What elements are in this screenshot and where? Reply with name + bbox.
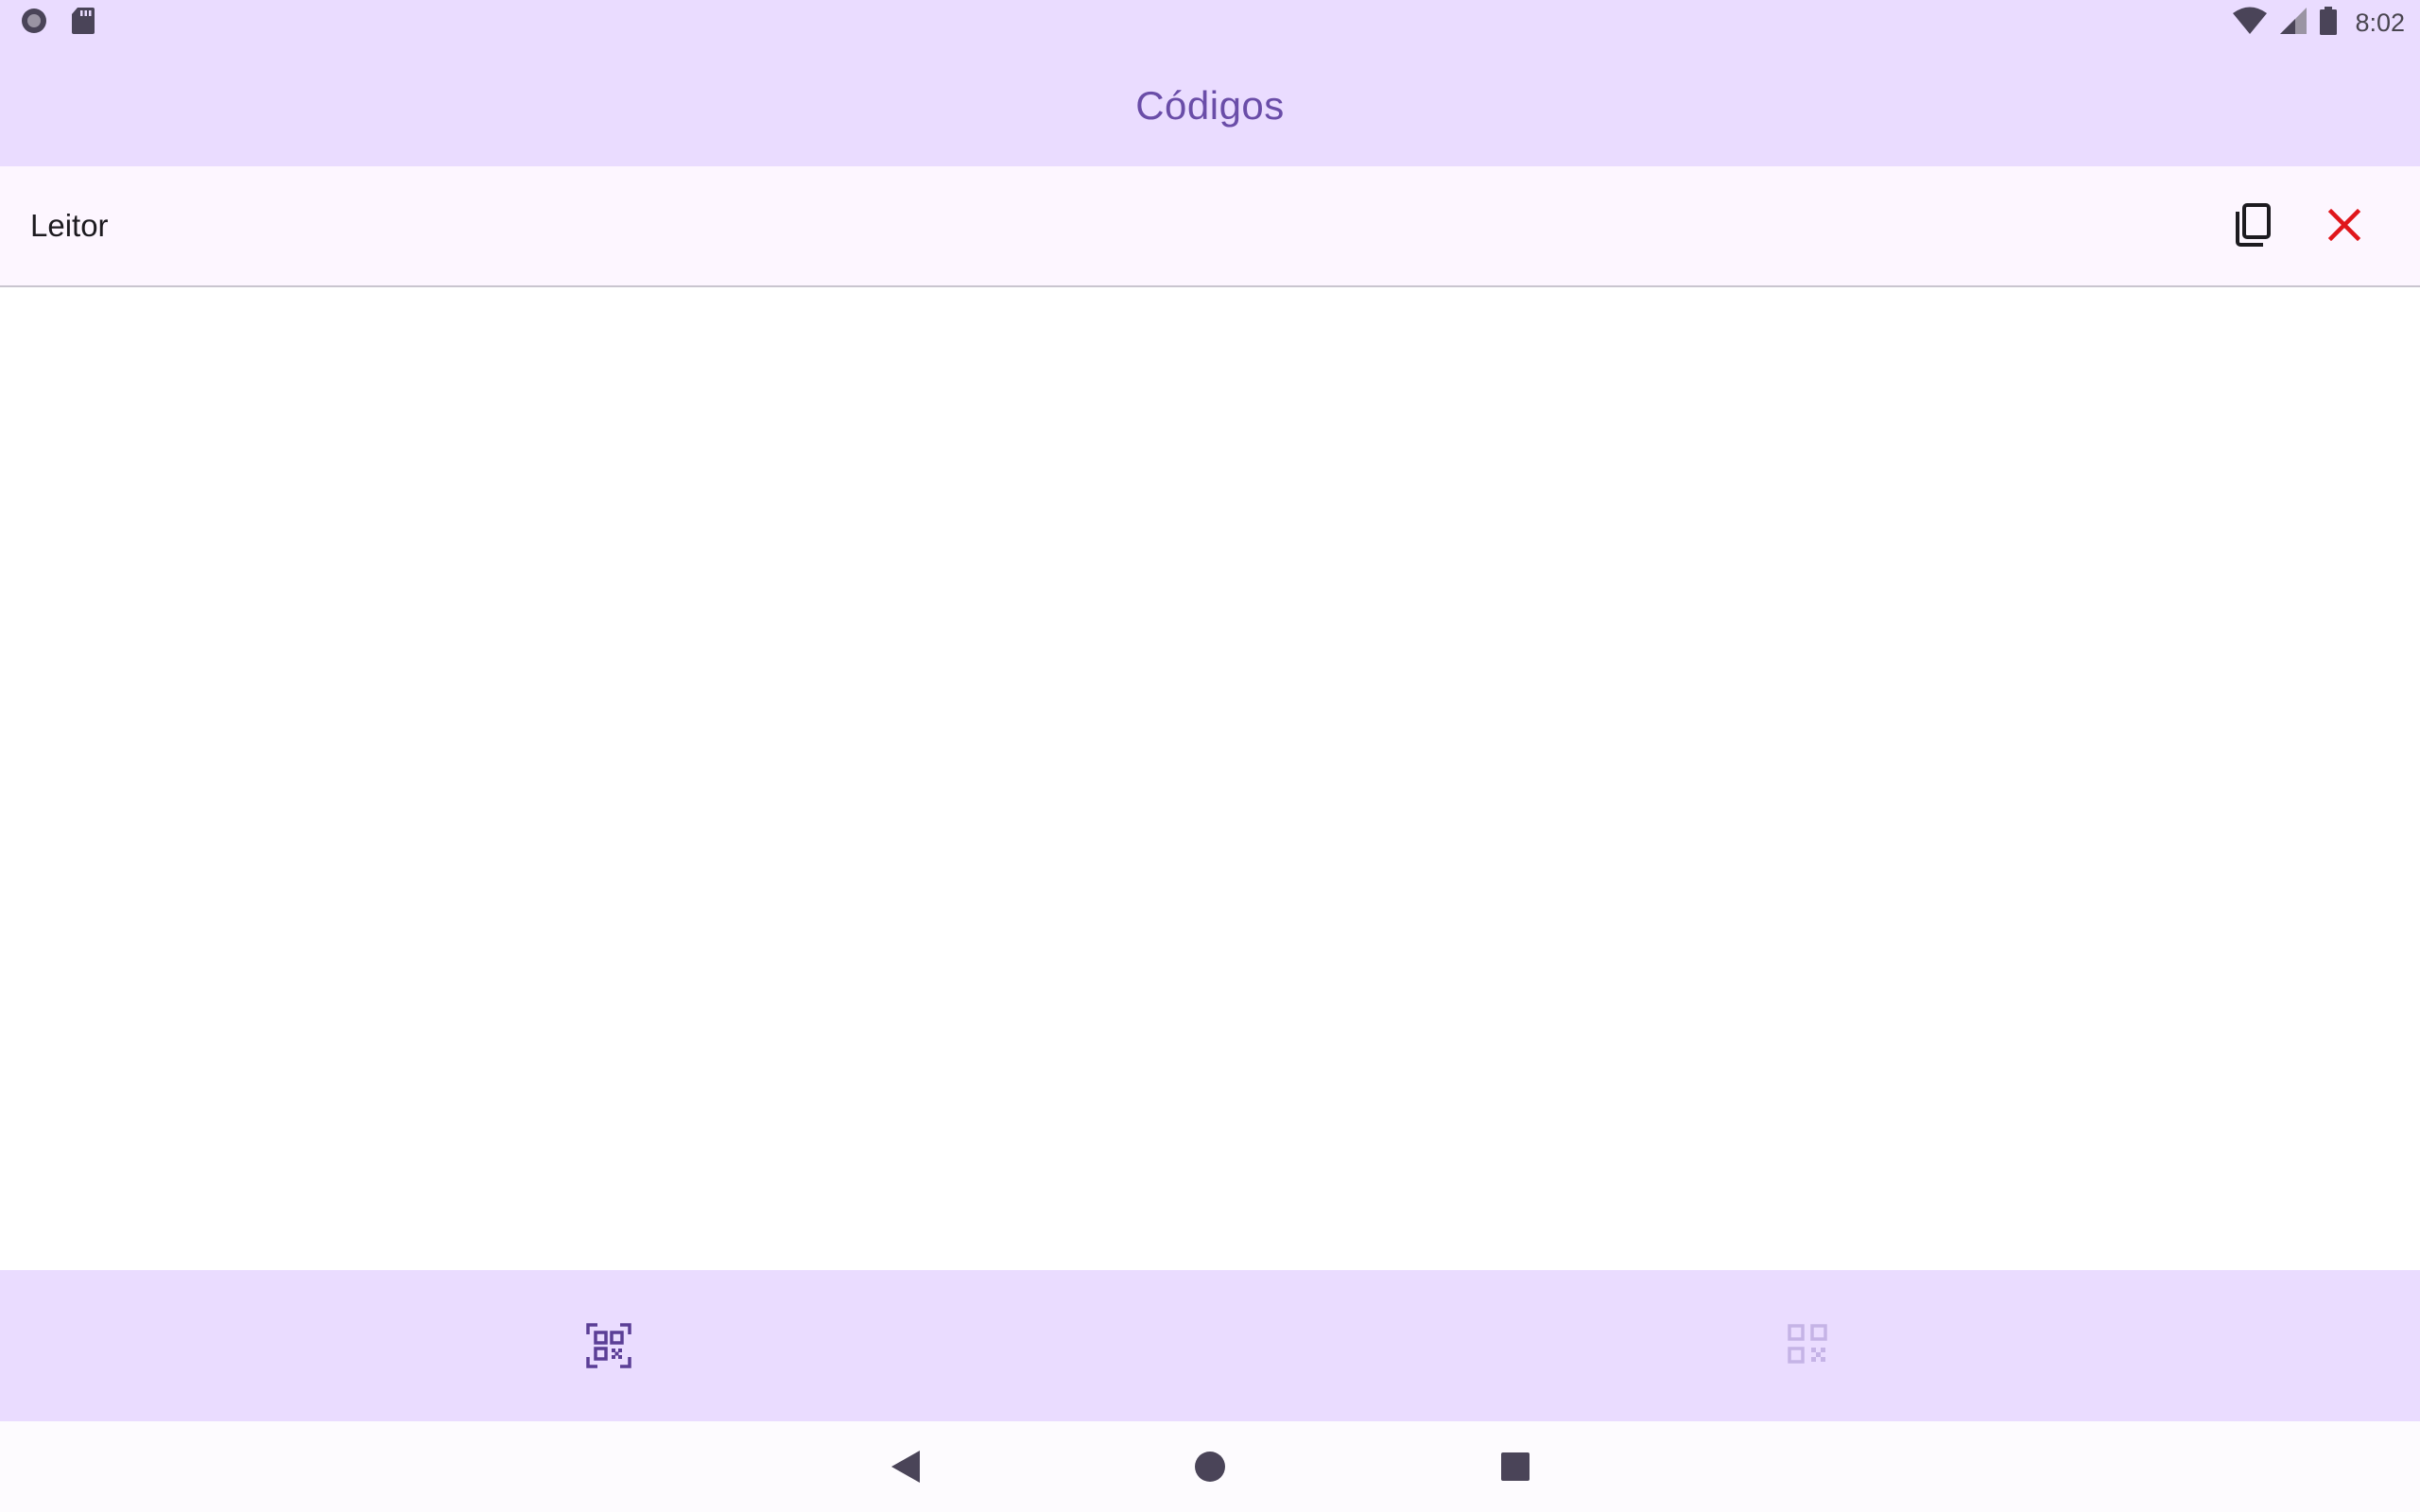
recents-icon bbox=[1500, 1452, 1530, 1486]
home-icon bbox=[1193, 1450, 1227, 1488]
recents-button[interactable] bbox=[1487, 1440, 1544, 1497]
status-right-icons: 8:02 bbox=[2232, 6, 2405, 41]
close-icon bbox=[2327, 208, 2361, 247]
sd-card-icon bbox=[70, 6, 96, 41]
screen: 8:02 Códigos Leitor bbox=[0, 0, 2420, 1512]
clear-button[interactable] bbox=[2310, 193, 2378, 261]
copy-button[interactable] bbox=[2219, 193, 2287, 261]
battery-icon bbox=[2319, 6, 2338, 41]
bottom-nav bbox=[0, 1270, 2420, 1421]
record-icon bbox=[19, 6, 49, 41]
back-icon bbox=[890, 1449, 922, 1489]
status-time: 8:02 bbox=[2355, 8, 2405, 37]
qr-scan-icon bbox=[586, 1323, 631, 1373]
content-area bbox=[0, 287, 2420, 1270]
status-bar: 8:02 bbox=[0, 0, 2420, 45]
page-title: Códigos bbox=[1135, 83, 1285, 128]
nav-item-scanner[interactable] bbox=[0, 1270, 1210, 1421]
copy-icon bbox=[2232, 202, 2273, 252]
reader-row: Leitor bbox=[0, 166, 2420, 287]
reader-label: Leitor bbox=[30, 208, 109, 243]
app-bar: Códigos bbox=[0, 45, 2420, 166]
wifi-icon bbox=[2232, 7, 2268, 40]
system-nav-bar bbox=[0, 1421, 2420, 1512]
status-left-icons bbox=[19, 6, 96, 41]
home-button[interactable] bbox=[1182, 1440, 1238, 1497]
nav-item-generator[interactable] bbox=[1210, 1270, 2420, 1421]
back-button[interactable] bbox=[877, 1440, 934, 1497]
qr-code-icon bbox=[1787, 1323, 1828, 1369]
cell-signal-icon bbox=[2279, 7, 2308, 40]
